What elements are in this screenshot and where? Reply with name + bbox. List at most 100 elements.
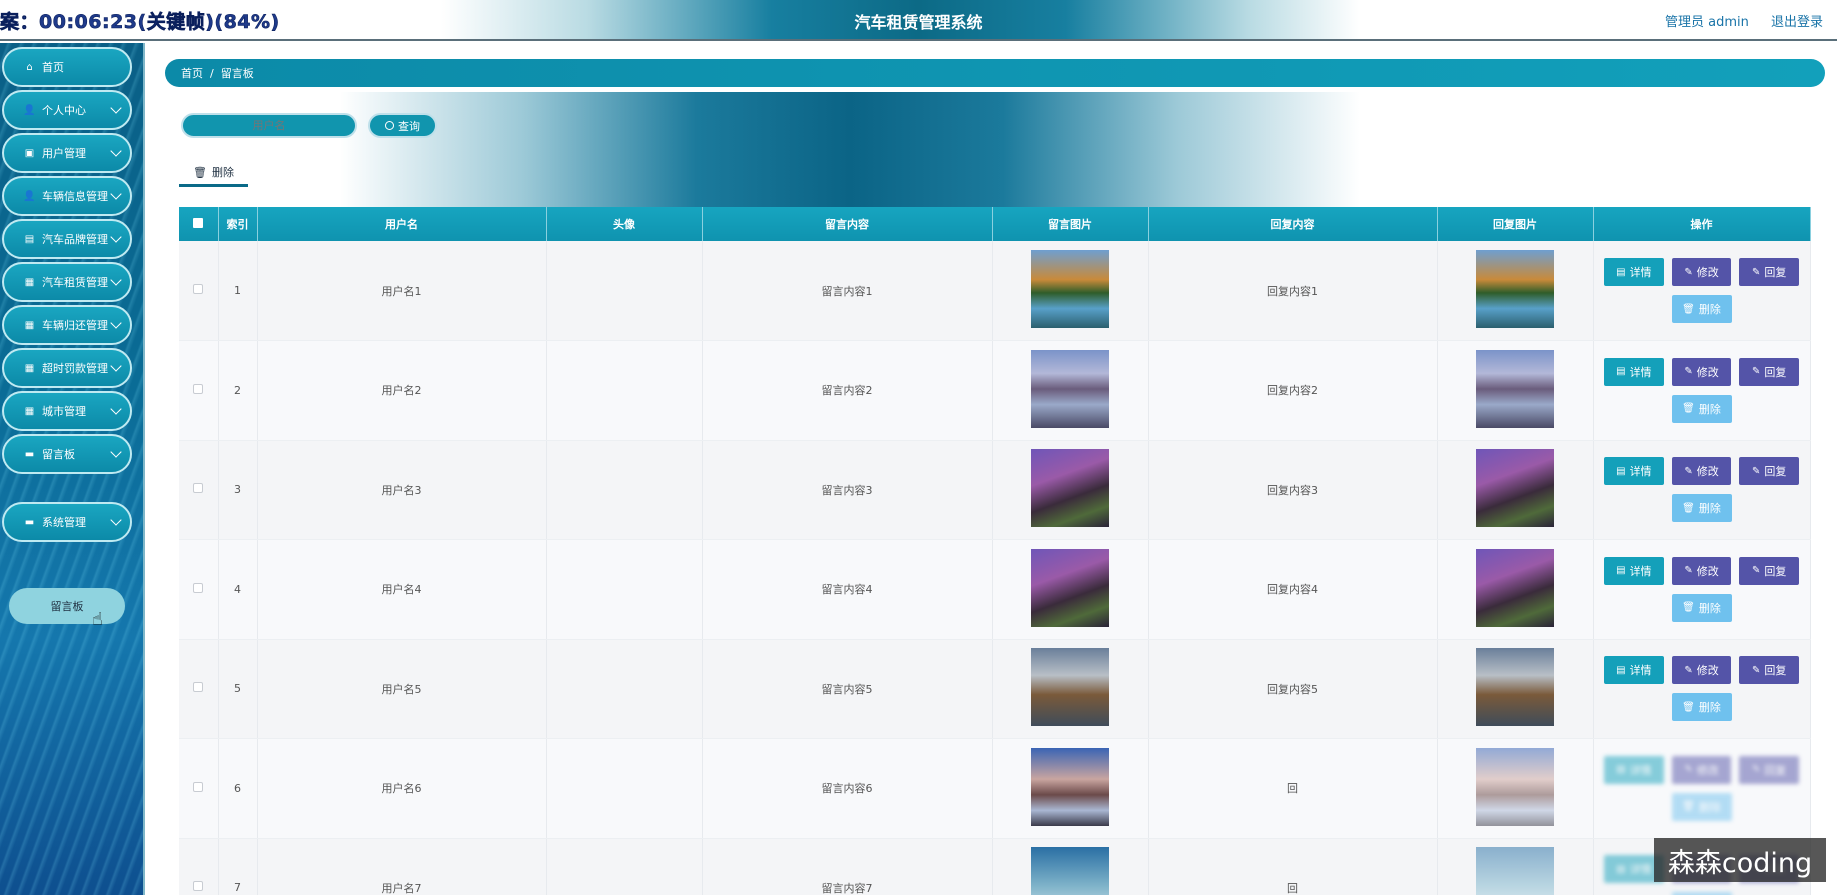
row-select-cell[interactable]	[179, 838, 219, 895]
logout-link[interactable]: 退出登录	[1771, 15, 1823, 30]
delete-button[interactable]: 🗑删除	[1671, 494, 1732, 523]
sidebar-item-label: 个人中心	[42, 104, 86, 117]
sidebar-subitem-message-board[interactable]: 留言板	[9, 588, 125, 624]
detail-button[interactable]: ▤ 详情	[1604, 755, 1664, 784]
row-content: 留言内容4	[702, 539, 993, 640]
reply-image-thumbnail[interactable]	[1476, 349, 1554, 428]
grid-icon: ▦	[24, 319, 35, 331]
sidebar-item-2[interactable]: ▣ 用户管理	[2, 133, 132, 173]
message-image-thumbnail[interactable]	[1031, 747, 1109, 826]
chevron-down-icon	[110, 446, 122, 458]
row-checkbox[interactable]	[193, 781, 204, 792]
reply-image-thumbnail[interactable]	[1476, 747, 1554, 826]
admin-user-link[interactable]: 管理员 admin	[1665, 15, 1749, 30]
detail-button[interactable]: ▤ 详情	[1604, 457, 1664, 486]
edit-label: 修改	[1696, 365, 1719, 379]
message-image-thumbnail[interactable]	[1031, 349, 1109, 428]
message-image-thumbnail[interactable]	[1031, 449, 1109, 528]
reply-button[interactable]: ✎回复	[1739, 457, 1800, 486]
row-username: 用户名5	[257, 639, 547, 739]
delete-button[interactable]: 🗑删除	[1671, 394, 1732, 423]
row-content: 留言内容1	[702, 241, 993, 341]
row-select-cell[interactable]	[179, 539, 219, 640]
delete-button[interactable]: 🗑删除	[1671, 693, 1732, 722]
row-index: 2	[218, 340, 258, 441]
reply-image-thumbnail[interactable]	[1476, 548, 1554, 627]
sidebar-item-6[interactable]: ▦ 车辆归还管理	[2, 305, 132, 345]
chevron-down-icon	[110, 514, 122, 526]
sidebar-item-0[interactable]: ⌂ 首页	[2, 47, 132, 87]
search-button[interactable]: 查询	[368, 113, 437, 138]
reply-button[interactable]: ✎回复	[1739, 656, 1800, 685]
reply-image-thumbnail[interactable]	[1476, 648, 1554, 727]
trash-icon: 🗑	[193, 165, 207, 179]
message-image-thumbnail[interactable]	[1031, 250, 1109, 328]
edit-button[interactable]: ✎修改	[1671, 258, 1732, 286]
sidebar-item-label: 汽车品牌管理	[42, 233, 108, 246]
row-avatar	[546, 838, 703, 895]
delete-label: 删除	[1698, 800, 1721, 814]
row-checkbox[interactable]	[193, 682, 204, 693]
detail-button[interactable]: ▤ 详情	[1604, 556, 1664, 585]
sidebar-item-9[interactable]: ▬ 留言板	[2, 434, 132, 474]
message-image-thumbnail[interactable]	[1031, 648, 1109, 727]
delete-button[interactable]: 🗑删除	[1671, 792, 1732, 821]
row-actions: ▤详情 ✎修改 ✎回复 🗑删除	[1593, 241, 1811, 341]
row-checkbox[interactable]	[193, 483, 204, 494]
row-reply-content: 回复内容4	[1148, 539, 1438, 640]
sidebar-item-8[interactable]: ▦ 城市管理	[2, 391, 132, 431]
message-image-thumbnail[interactable]	[1031, 847, 1109, 895]
sidebar-item-5[interactable]: ▦ 汽车租赁管理	[2, 262, 132, 302]
watermark: 森森coding	[1654, 838, 1826, 882]
batch-delete-button[interactable]: 🗑 删除	[179, 160, 248, 187]
sidebar-item-4[interactable]: ▤ 汽车品牌管理	[2, 219, 132, 259]
search-icon	[385, 121, 394, 130]
row-message-image	[992, 440, 1149, 540]
reply-image-thumbnail[interactable]	[1476, 449, 1554, 528]
row-select-cell[interactable]	[179, 639, 219, 739]
edit-button[interactable]: ✎修改	[1671, 457, 1732, 486]
message-image-thumbnail[interactable]	[1031, 548, 1109, 627]
detail-label: 详情	[1629, 763, 1652, 777]
row-select-cell[interactable]	[179, 440, 219, 540]
row-checkbox[interactable]	[193, 383, 204, 394]
edit-button[interactable]: ✎修改	[1671, 755, 1732, 784]
reply-button[interactable]: ✎回复	[1739, 258, 1800, 286]
row-select-cell[interactable]	[179, 340, 219, 441]
top-header: 案：00:06:23(关键帧)(84%) 汽车租赁管理系统 管理员 admin …	[0, 0, 1837, 41]
reply-button[interactable]: ✎回复	[1739, 755, 1800, 784]
detail-button[interactable]: ▤ 详情	[1604, 258, 1664, 286]
reply-button[interactable]: ✎回复	[1739, 556, 1800, 585]
reply-label: 回复	[1764, 763, 1787, 777]
row-actions: ▤详情 ✎修改 ✎回复 🗑删除	[1593, 440, 1811, 540]
row-select-cell[interactable]	[179, 738, 219, 839]
edit-button[interactable]: ✎修改	[1671, 357, 1732, 386]
sidebar-item-1[interactable]: 👤 个人中心	[2, 90, 132, 130]
reply-button[interactable]: ✎回复	[1739, 357, 1800, 386]
table-row: 6 用户名6 留言内容6 回 ▤ 详情 ✎ 修改 ✎ 回复 🗑 删除	[179, 738, 1811, 839]
reply-image-thumbnail[interactable]	[1476, 250, 1554, 328]
detail-label: 详情	[1629, 266, 1652, 279]
row-checkbox[interactable]	[193, 284, 204, 294]
row-username: 用户名2	[257, 340, 547, 441]
detail-button[interactable]: ▤ 详情	[1604, 357, 1664, 386]
sidebar-item-3[interactable]: 👤 车辆信息管理	[2, 176, 132, 216]
row-checkbox[interactable]	[193, 881, 204, 892]
edit-button[interactable]: ✎修改	[1671, 556, 1732, 585]
username-search-input[interactable]	[181, 113, 357, 138]
delete-button[interactable]: 🗑删除	[1671, 593, 1732, 622]
delete-button[interactable]: 🗑删除	[1671, 295, 1732, 323]
select-all-header[interactable]	[179, 207, 219, 241]
reply-image-thumbnail[interactable]	[1476, 847, 1554, 895]
select-all-checkbox[interactable]	[193, 217, 204, 228]
row-checkbox[interactable]	[193, 582, 204, 593]
breadcrumb: 首页 / 留言板	[165, 59, 1825, 87]
breadcrumb-home[interactable]: 首页	[181, 65, 203, 81]
sidebar-item-7[interactable]: ▦ 超时罚款管理	[2, 348, 132, 388]
sidebar-item-10[interactable]: ▬ 系统管理	[2, 502, 132, 542]
sidebar-item-label: 车辆信息管理	[42, 190, 108, 203]
row-content: 留言内容7	[702, 838, 993, 895]
edit-button[interactable]: ✎修改	[1671, 656, 1732, 685]
detail-button[interactable]: ▤ 详情	[1604, 656, 1664, 685]
row-select-cell[interactable]	[179, 241, 219, 341]
